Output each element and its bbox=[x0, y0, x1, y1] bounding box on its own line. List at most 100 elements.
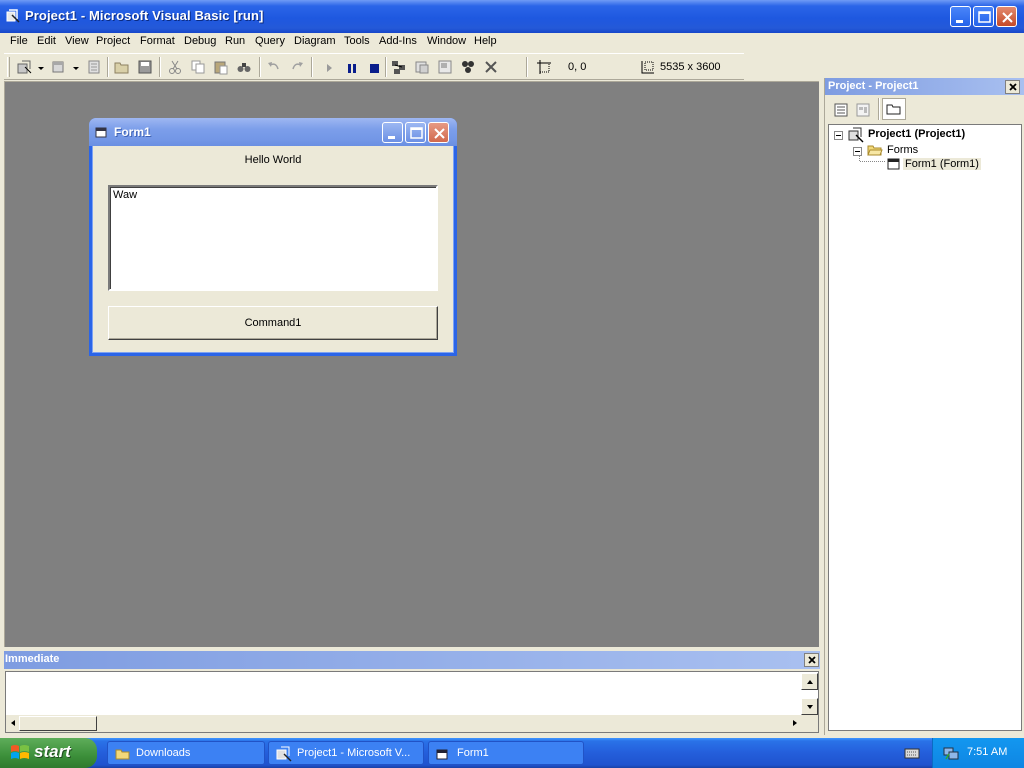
collapse-icon[interactable] bbox=[853, 147, 862, 156]
properties-window-icon[interactable] bbox=[414, 59, 430, 75]
toolbox-icon[interactable] bbox=[483, 59, 499, 75]
cut-icon[interactable] bbox=[167, 59, 183, 75]
position-readout: 0, 0 bbox=[568, 61, 587, 73]
menu-edit[interactable]: Edit bbox=[37, 35, 56, 47]
menu-editor-icon[interactable] bbox=[86, 59, 102, 75]
toolbar-separator bbox=[259, 57, 261, 77]
menu-tools[interactable]: Tools bbox=[344, 35, 370, 47]
start-label: start bbox=[34, 742, 71, 761]
save-icon[interactable] bbox=[137, 59, 153, 75]
copy-icon[interactable] bbox=[190, 59, 206, 75]
vb-app-icon bbox=[6, 9, 20, 23]
arrow-right-icon[interactable] bbox=[790, 715, 800, 732]
position-icon bbox=[537, 60, 551, 74]
menu-query[interactable]: Query bbox=[255, 35, 285, 47]
project-explorer-close-button[interactable] bbox=[1005, 80, 1020, 94]
open-folder-icon[interactable] bbox=[114, 59, 130, 75]
find-icon[interactable] bbox=[236, 59, 252, 75]
menu-format[interactable]: Format bbox=[140, 35, 175, 47]
horizontal-scrollbar[interactable] bbox=[6, 715, 818, 732]
scroll-down-button[interactable] bbox=[801, 698, 818, 715]
immediate-close-button[interactable] bbox=[804, 653, 819, 667]
form1-maximize-button[interactable] bbox=[405, 122, 426, 143]
command1-button[interactable]: Command1 bbox=[108, 306, 438, 340]
immediate-title: Immediate bbox=[4, 651, 820, 669]
menu-window[interactable]: Window bbox=[427, 35, 466, 47]
close-button[interactable] bbox=[996, 6, 1017, 27]
start-run-icon[interactable] bbox=[322, 59, 338, 75]
tree-forms-folder[interactable]: Forms bbox=[887, 144, 918, 156]
clock: 7:51 AM bbox=[967, 746, 1008, 758]
menu-view[interactable]: View bbox=[65, 35, 89, 47]
toolbar-separator bbox=[159, 57, 161, 77]
menu-diagram[interactable]: Diagram bbox=[294, 35, 336, 47]
project-explorer-toolbar bbox=[825, 96, 1024, 124]
arrow-left-icon[interactable] bbox=[8, 715, 18, 732]
task-form1[interactable]: Form1 bbox=[428, 741, 584, 765]
start-button[interactable]: start bbox=[0, 738, 97, 768]
chevron-down-icon[interactable] bbox=[72, 59, 80, 75]
menu-add-ins[interactable]: Add-Ins bbox=[379, 35, 417, 47]
task-project1[interactable]: Project1 - Microsoft V... bbox=[268, 741, 424, 765]
end-stop-icon[interactable] bbox=[366, 59, 382, 75]
menu-debug[interactable]: Debug bbox=[184, 35, 216, 47]
object-browser-icon[interactable] bbox=[460, 59, 476, 75]
toolbar-separator bbox=[878, 98, 880, 120]
form-layout-icon[interactable] bbox=[437, 59, 453, 75]
window-title: Project1 - Microsoft Visual Basic [run] bbox=[25, 8, 264, 23]
form1-minimize-button[interactable] bbox=[382, 122, 403, 143]
close-icon bbox=[808, 656, 816, 664]
minimize-icon bbox=[388, 136, 395, 139]
form-icon bbox=[95, 127, 107, 138]
menu-project[interactable]: Project bbox=[96, 35, 130, 47]
task-downloads[interactable]: Downloads bbox=[107, 741, 265, 765]
vb-app-icon bbox=[276, 746, 292, 762]
tree-form1-item[interactable]: Form1 (Form1) bbox=[903, 158, 981, 170]
scroll-up-button[interactable] bbox=[801, 673, 818, 690]
scroll-thumb[interactable] bbox=[19, 716, 97, 731]
network-icon[interactable] bbox=[943, 745, 959, 761]
menu-bar: File Edit View Project Format Debug Run … bbox=[0, 33, 1024, 51]
tree-connector bbox=[859, 156, 885, 162]
collapse-icon[interactable] bbox=[834, 131, 843, 140]
label-hello-world: Hello World bbox=[244, 154, 302, 166]
main-title-bar[interactable]: Project1 - Microsoft Visual Basic [run] bbox=[0, 0, 1024, 33]
project-explorer: Project - Project1 Project1 (Project1) F… bbox=[824, 78, 1024, 735]
tree-project-root[interactable]: Project1 (Project1) bbox=[868, 128, 965, 140]
view-object-icon[interactable] bbox=[855, 102, 871, 118]
add-form-icon[interactable] bbox=[51, 59, 67, 75]
break-pause-icon[interactable] bbox=[344, 59, 360, 75]
toolbar-separator bbox=[385, 57, 387, 77]
minimize-icon bbox=[956, 20, 963, 23]
windows-logo-icon bbox=[11, 745, 29, 759]
view-code-icon[interactable] bbox=[833, 102, 849, 118]
keyboard-icon[interactable] bbox=[904, 746, 920, 760]
form-icon bbox=[436, 749, 448, 760]
text1-textbox[interactable]: Waw bbox=[108, 185, 438, 291]
immediate-editor[interactable] bbox=[5, 671, 819, 733]
folder-icon bbox=[886, 104, 901, 115]
project-icon bbox=[848, 127, 864, 143]
maximize-icon bbox=[410, 127, 423, 139]
form1-title-bar[interactable]: Form1 bbox=[89, 118, 457, 146]
task-label: Project1 - Microsoft V... bbox=[297, 747, 411, 759]
chevron-down-icon[interactable] bbox=[37, 59, 45, 75]
project-explorer-title: Project - Project1 bbox=[825, 78, 1024, 95]
undo-icon[interactable] bbox=[266, 59, 282, 75]
project-explorer-icon[interactable] bbox=[391, 59, 407, 75]
standard-toolbar: 0, 0 5535 x 3600 bbox=[4, 53, 744, 80]
close-icon bbox=[1002, 12, 1013, 23]
form1-close-button[interactable] bbox=[428, 122, 449, 143]
taskbar: start Downloads Project1 - Microsoft V..… bbox=[0, 738, 1024, 768]
toolbar-grip[interactable] bbox=[7, 57, 10, 77]
maximize-button[interactable] bbox=[973, 6, 994, 27]
menu-run[interactable]: Run bbox=[225, 35, 245, 47]
form-icon bbox=[887, 158, 900, 170]
add-project-icon[interactable] bbox=[16, 59, 32, 75]
toggle-folders-button[interactable] bbox=[882, 98, 906, 120]
menu-help[interactable]: Help bbox=[474, 35, 497, 47]
minimize-button[interactable] bbox=[950, 6, 971, 27]
menu-file[interactable]: File bbox=[10, 35, 28, 47]
redo-icon[interactable] bbox=[289, 59, 305, 75]
paste-icon[interactable] bbox=[213, 59, 229, 75]
